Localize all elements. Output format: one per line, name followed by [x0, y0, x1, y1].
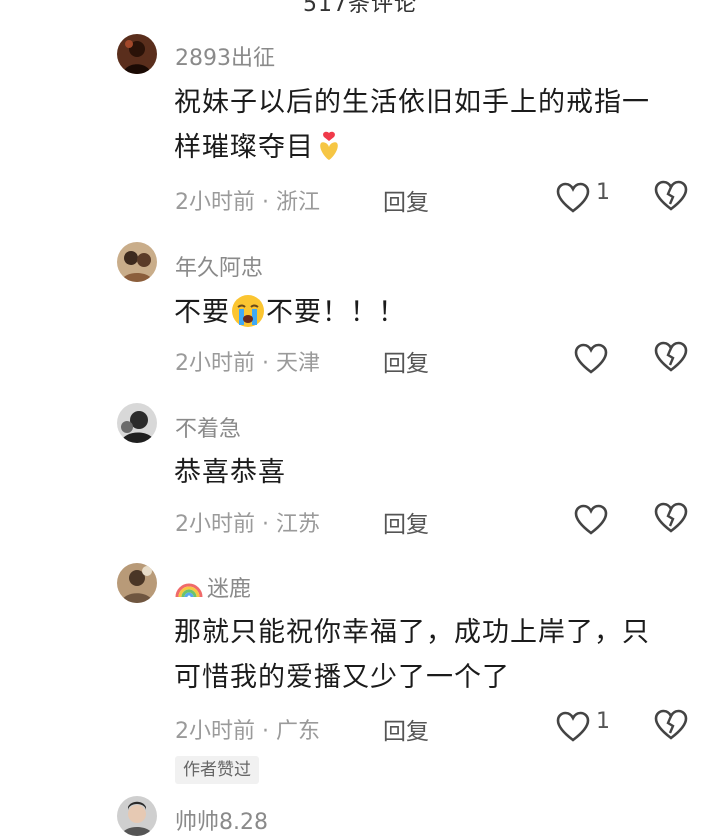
- meta-separator: ·: [255, 351, 276, 376]
- comment-time: 2小时前: [175, 719, 255, 744]
- comment-text-line: 样璀璨夺目: [174, 125, 704, 170]
- comment-text: 恭喜恭喜: [174, 450, 704, 495]
- comment-meta: 2小时前 · 江苏: [175, 506, 320, 538]
- comment-location: 天津: [275, 351, 320, 376]
- like-button[interactable]: [574, 341, 624, 377]
- comment-meta: 2小时前 · 浙江: [175, 184, 320, 216]
- like-button[interactable]: 1: [556, 180, 610, 216]
- comment-username[interactable]: 迷鹿: [175, 571, 251, 605]
- comment-location: 江苏: [275, 512, 320, 537]
- broken-heart-icon: [654, 502, 688, 533]
- comment-meta: 2小时前 · 广东: [175, 713, 320, 745]
- comment-time: 2小时前: [175, 512, 255, 537]
- comment-username[interactable]: 2893出征: [175, 40, 275, 72]
- comment-username[interactable]: 年久阿忠: [175, 250, 263, 282]
- comment-location: 广东: [275, 719, 320, 744]
- comment-count-title: 517条评论: [303, 0, 417, 17]
- avatar[interactable]: [117, 403, 157, 443]
- dislike-button[interactable]: [654, 180, 690, 216]
- comment-text-line: 那就只能祝你幸福了，成功上岸了，只: [174, 617, 650, 648]
- like-button[interactable]: 1: [556, 709, 610, 745]
- comment-text-line: 祝妹子以后的生活依旧如手上的戒指一: [174, 87, 650, 118]
- avatar[interactable]: [117, 563, 157, 603]
- comment-meta: 2小时前 · 天津: [175, 345, 320, 377]
- meta-separator: ·: [255, 719, 276, 744]
- like-count: 1: [596, 180, 610, 205]
- reply-button[interactable]: 回复: [383, 344, 429, 378]
- reply-button[interactable]: 回复: [383, 712, 429, 746]
- broken-heart-icon: [654, 341, 688, 372]
- comment-text-segment: 不要！！！: [266, 297, 406, 328]
- comment-username[interactable]: 不着急: [175, 411, 241, 443]
- reply-button[interactable]: 回复: [383, 505, 429, 539]
- comment-text: 不要 不要！！！: [174, 290, 704, 335]
- meta-separator: ·: [255, 512, 276, 537]
- username-text: 迷鹿: [207, 577, 252, 602]
- heart-icon: [556, 711, 590, 742]
- comment-text-line: 可惜我的爱播又少了一个了: [174, 662, 510, 693]
- dislike-button[interactable]: [654, 502, 690, 538]
- comment-location: 浙江: [275, 190, 320, 215]
- comment-username[interactable]: 帅帅8.28: [175, 804, 268, 836]
- reply-button[interactable]: 回复: [383, 183, 429, 217]
- heart-icon: [556, 182, 590, 213]
- author-liked-tag: 作者赞过: [175, 756, 259, 784]
- comment-text: 那就只能祝你幸福了，成功上岸了，只 可惜我的爱播又少了一个了: [174, 610, 704, 700]
- avatar[interactable]: [117, 34, 157, 74]
- dislike-button[interactable]: [654, 341, 690, 377]
- comment-text: 祝妹子以后的生活依旧如手上的戒指一 样璀璨夺目: [174, 80, 704, 170]
- comment-time: 2小时前: [175, 190, 255, 215]
- comment-text-segment: 样璀璨夺目: [174, 132, 314, 163]
- heart-icon: [574, 504, 608, 535]
- comment-time: 2小时前: [175, 351, 255, 376]
- dislike-button[interactable]: [654, 709, 690, 745]
- comment-text-line: 恭喜恭喜: [174, 457, 286, 488]
- like-count: 1: [596, 709, 610, 734]
- comment-text-line: 不要 不要！！！: [174, 290, 704, 335]
- heart-hands-emoji: [314, 130, 344, 160]
- crying-face-emoji: [230, 293, 266, 329]
- broken-heart-icon: [654, 180, 688, 211]
- broken-heart-icon: [654, 709, 688, 740]
- like-button[interactable]: [574, 502, 624, 538]
- comment-text-segment: 不要: [174, 297, 230, 328]
- meta-separator: ·: [255, 190, 276, 215]
- heart-icon: [574, 343, 608, 374]
- avatar[interactable]: [117, 242, 157, 282]
- rainbow-icon: [175, 577, 203, 605]
- avatar[interactable]: [117, 796, 157, 836]
